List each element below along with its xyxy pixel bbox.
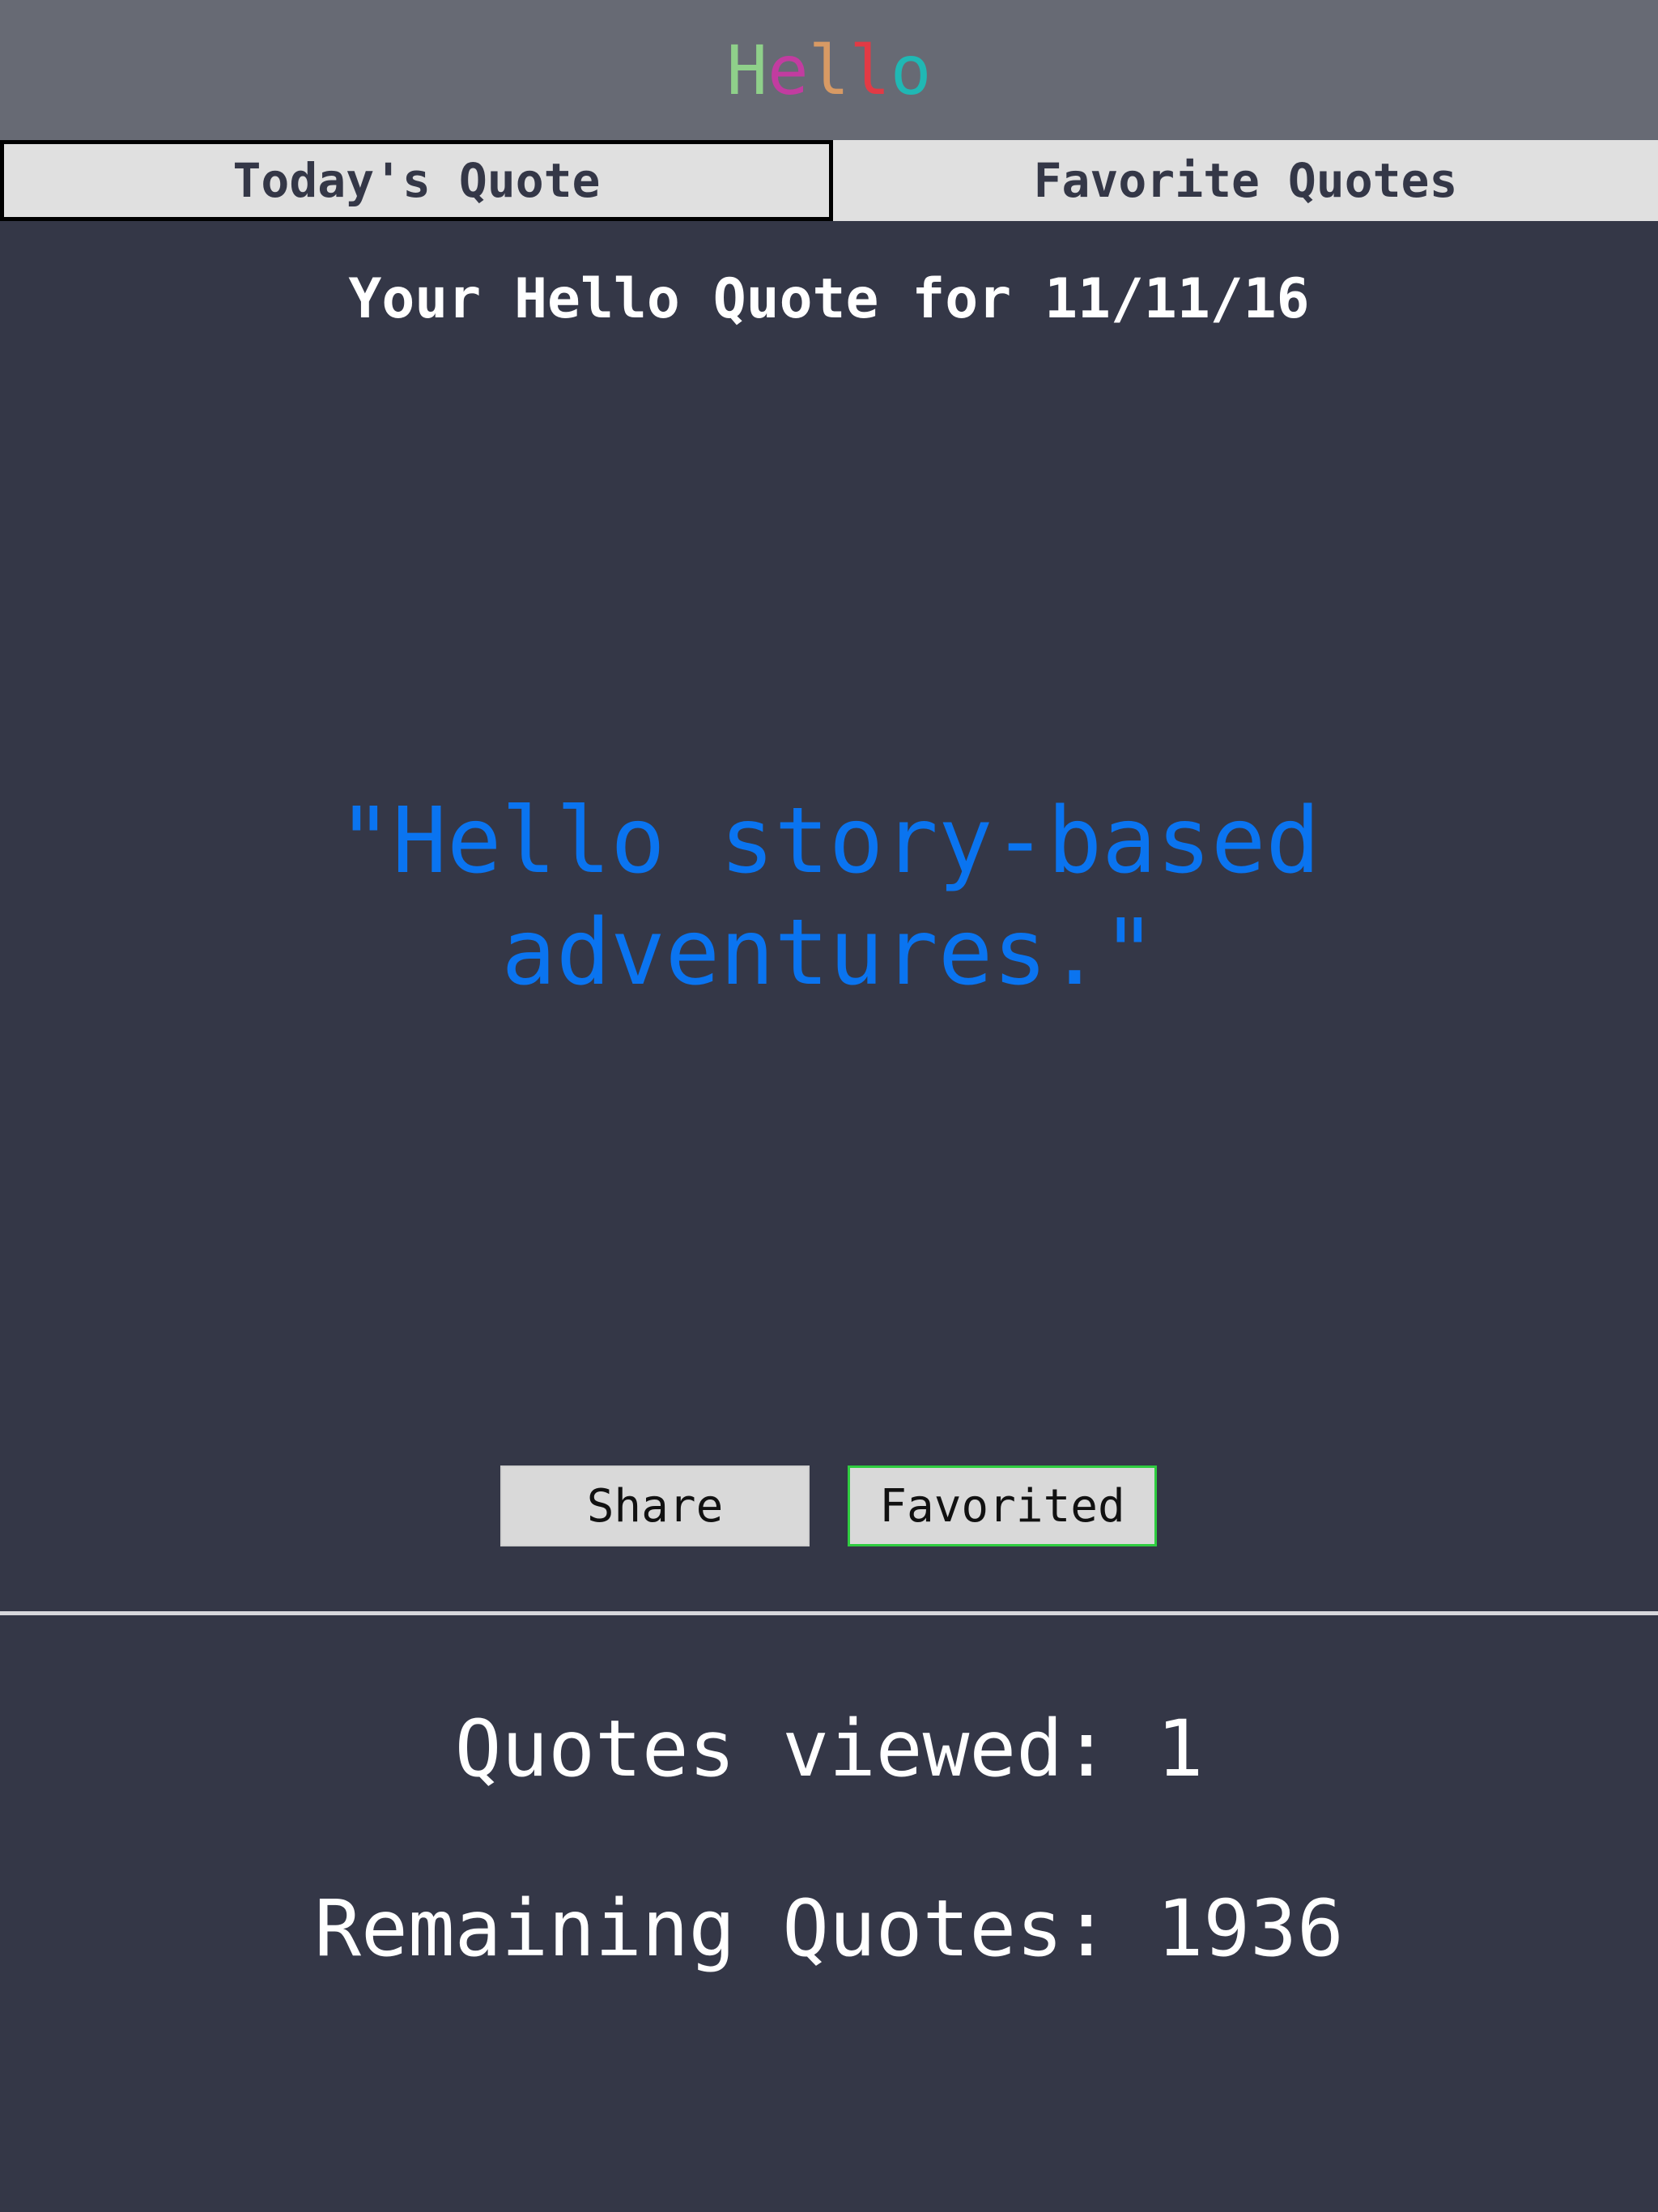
quotes-viewed-count: Quotes viewed: 1: [454, 1704, 1204, 1794]
share-button[interactable]: Share: [500, 1465, 810, 1546]
logo-letter: e: [767, 30, 809, 110]
logo-letter: l: [808, 30, 850, 110]
tab-bar: Today's Quote Favorite Quotes: [0, 140, 1658, 221]
logo-letter: H: [726, 30, 768, 110]
tab-todays-quote[interactable]: Today's Quote: [0, 140, 833, 221]
logo-letter: l: [849, 30, 891, 110]
tab-favorite-quotes[interactable]: Favorite Quotes: [833, 140, 1658, 221]
app-header: H e l l o: [0, 0, 1658, 140]
divider: [0, 1611, 1658, 1615]
logo-letter: o: [890, 30, 932, 110]
favorite-button[interactable]: Favorited: [848, 1465, 1157, 1546]
quote-date-heading: Your Hello Quote for 11/11/16: [348, 267, 1310, 331]
remaining-quotes-count: Remaining Quotes: 1936: [314, 1883, 1344, 1974]
app-logo: H e l l o: [727, 36, 932, 104]
quote-text: "Hello story-based adventures.": [338, 789, 1320, 1006]
